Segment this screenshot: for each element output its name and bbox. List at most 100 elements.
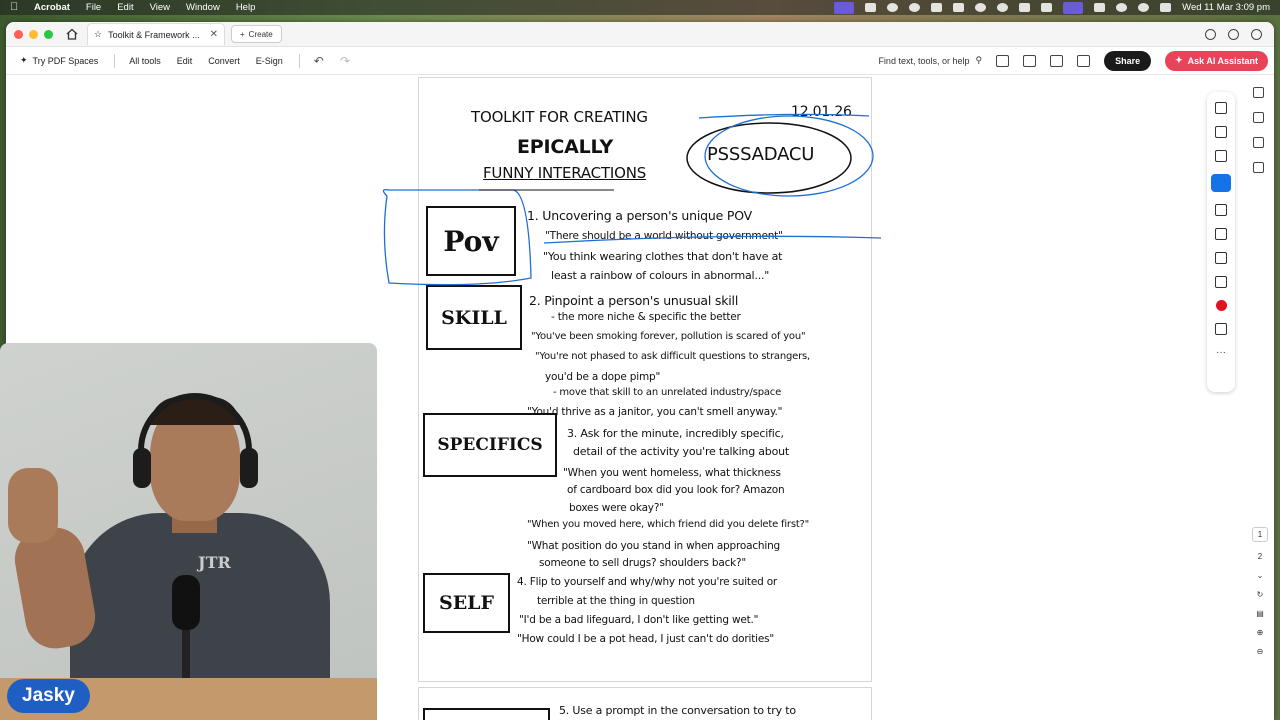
pdf-page-2[interactable]: 5. Use a prompt in the conversation to t…	[418, 687, 872, 720]
headphone-right-cup	[240, 448, 258, 488]
close-tab-icon[interactable]: ✕	[210, 29, 218, 40]
create-label: Create	[248, 29, 273, 39]
dropbox-icon[interactable]	[931, 3, 943, 12]
redo-icon[interactable]: ↷	[340, 54, 350, 68]
panel-bookmark-icon[interactable]	[1252, 137, 1264, 148]
all-tools-button[interactable]: All tools	[129, 56, 161, 66]
color-picker-icon[interactable]	[1215, 300, 1227, 311]
lasso-draw-icon[interactable]	[1211, 174, 1231, 192]
tab-document-label: Toolkit & Framework ...	[108, 29, 200, 40]
timer-icon[interactable]	[975, 3, 987, 12]
share-button[interactable]: Share	[1104, 50, 1152, 71]
edit-button[interactable]: Edit	[177, 56, 193, 66]
s2-quote2b: you'd be a dope pimp"	[545, 371, 661, 383]
chevron-down-icon[interactable]: ⌄	[1257, 571, 1264, 580]
save-icon[interactable]	[1023, 54, 1037, 67]
s3-quote1c: boxes were okay?"	[569, 502, 664, 514]
account-icon[interactable]	[1251, 28, 1262, 40]
zoom-out-icon[interactable]: ⊖	[1257, 647, 1264, 656]
spotlight-icon[interactable]	[1138, 3, 1150, 12]
pdf-page-1[interactable]: TOOLKIT FOR CREATING EPICALLY FUNNY INTE…	[382, 77, 882, 682]
menu-bar:  Acrobat File Edit View Window Help Wed…	[0, 0, 1280, 15]
select-cursor-icon[interactable]	[1215, 102, 1227, 114]
control-center-icon[interactable]	[1063, 1, 1084, 14]
doc-title-line3: FUNNY INTERACTIONS	[483, 164, 647, 182]
home-icon[interactable]	[65, 27, 79, 41]
menu-file[interactable]: File	[86, 2, 101, 13]
doc-title-line1: TOOLKIT FOR CREATING	[471, 108, 648, 126]
close-window-button[interactable]	[14, 29, 23, 39]
create-tab-button[interactable]: + Create	[231, 25, 282, 43]
screen-record-icon[interactable]	[834, 1, 855, 14]
grid-icon[interactable]	[953, 3, 965, 12]
minimize-window-button[interactable]	[29, 29, 38, 39]
panel-stamp-icon[interactable]	[1252, 112, 1264, 123]
print-icon[interactable]	[1077, 54, 1091, 67]
esign-button[interactable]: E-Sign	[256, 56, 283, 66]
headphones-icon	[138, 393, 252, 463]
next-page-number[interactable]: 2	[1258, 552, 1262, 561]
headphone-left-cup	[133, 448, 151, 488]
apple-icon[interactable]: 	[10, 2, 20, 13]
menu-view[interactable]: View	[150, 2, 170, 13]
signature-icon[interactable]	[1215, 228, 1227, 240]
menu-window[interactable]: Window	[186, 2, 220, 13]
battery-icon[interactable]	[1094, 3, 1106, 12]
record-icon[interactable]	[997, 3, 1009, 12]
creative-cloud-icon[interactable]	[887, 3, 899, 12]
panel-copy-icon[interactable]	[1252, 162, 1264, 173]
convert-button[interactable]: Convert	[208, 56, 240, 66]
search-icon[interactable]: ⚲	[975, 55, 982, 66]
box-specifics: SPECIFICS	[423, 413, 557, 477]
box-self: SELF	[423, 573, 510, 633]
upload-cloud-icon[interactable]	[1050, 54, 1064, 67]
s2-quote3: "You'd thrive as a janitor, you can't sm…	[527, 406, 783, 418]
menu-edit[interactable]: Edit	[117, 2, 133, 13]
s1-heading: 1. Uncovering a person's unique POV	[527, 208, 752, 223]
s2-note: - move that skill to an unrelated indust…	[553, 387, 782, 398]
menu-help[interactable]: Help	[236, 2, 256, 13]
menu-app-name[interactable]: Acrobat	[34, 2, 70, 13]
notifications-icon[interactable]	[1228, 28, 1239, 40]
ai-assistant-label: Ask AI Assistant	[1187, 55, 1258, 66]
toolbar-divider	[298, 53, 300, 68]
s3-quote3a: "What position do you stand in when appr…	[527, 540, 780, 552]
display-icon[interactable]	[1019, 3, 1031, 12]
ai-compare-icon[interactable]	[996, 54, 1010, 67]
s4-heading-a: 4. Flip to yourself and why/why not you'…	[517, 576, 778, 588]
refresh-icon[interactable]: ↻	[1257, 590, 1264, 599]
try-pdf-spaces-button[interactable]: ✦ Try PDF Spaces	[20, 55, 98, 66]
page-thumb-icon[interactable]: ▤	[1256, 609, 1264, 618]
ask-ai-assistant-button[interactable]: ✦ Ask AI Assistant	[1165, 50, 1268, 71]
star-icon[interactable]: ☆	[94, 29, 102, 40]
presenter-name-badge: Jasky	[7, 679, 90, 713]
eraser-icon[interactable]	[1215, 252, 1227, 264]
vpn-icon[interactable]	[909, 3, 921, 12]
wifi-icon[interactable]	[1116, 3, 1128, 12]
zoom-in-icon[interactable]: ⊕	[1257, 628, 1264, 637]
menubar-clock[interactable]: Wed 11 Mar 3:09 pm	[1182, 2, 1270, 13]
box-pov: Pov	[426, 206, 516, 276]
panel-edit-icon[interactable]	[1252, 87, 1264, 98]
more-options-icon[interactable]: ···	[1216, 347, 1226, 358]
find-search-box[interactable]: Find text, tools, or help ⚲	[878, 55, 982, 66]
pin-icon[interactable]	[1215, 276, 1227, 288]
convert-label: Convert	[208, 55, 240, 66]
undo-icon[interactable]: ↶	[314, 54, 324, 68]
page2-box	[423, 708, 550, 720]
tab-document[interactable]: ☆ Toolkit & Framework ... ✕	[87, 23, 225, 45]
help-icon[interactable]	[1205, 28, 1216, 40]
discord-icon[interactable]	[865, 3, 877, 12]
siri-icon[interactable]	[1160, 3, 1172, 12]
zoom-window-button[interactable]	[44, 29, 53, 39]
shirt-logo: JTR	[198, 553, 231, 572]
line-weight-icon[interactable]	[1215, 323, 1227, 335]
comment-icon[interactable]	[1215, 126, 1227, 138]
highlight-pen-icon[interactable]	[1215, 150, 1227, 162]
butterfly-icon[interactable]	[1041, 3, 1053, 12]
s4-quote2: "How could I be a pot head, I just can't…	[517, 633, 775, 645]
esign-label: E-Sign	[255, 55, 283, 66]
text-box-icon[interactable]	[1215, 204, 1227, 216]
window-controls	[14, 29, 53, 39]
current-page-number[interactable]: 1	[1251, 527, 1269, 542]
